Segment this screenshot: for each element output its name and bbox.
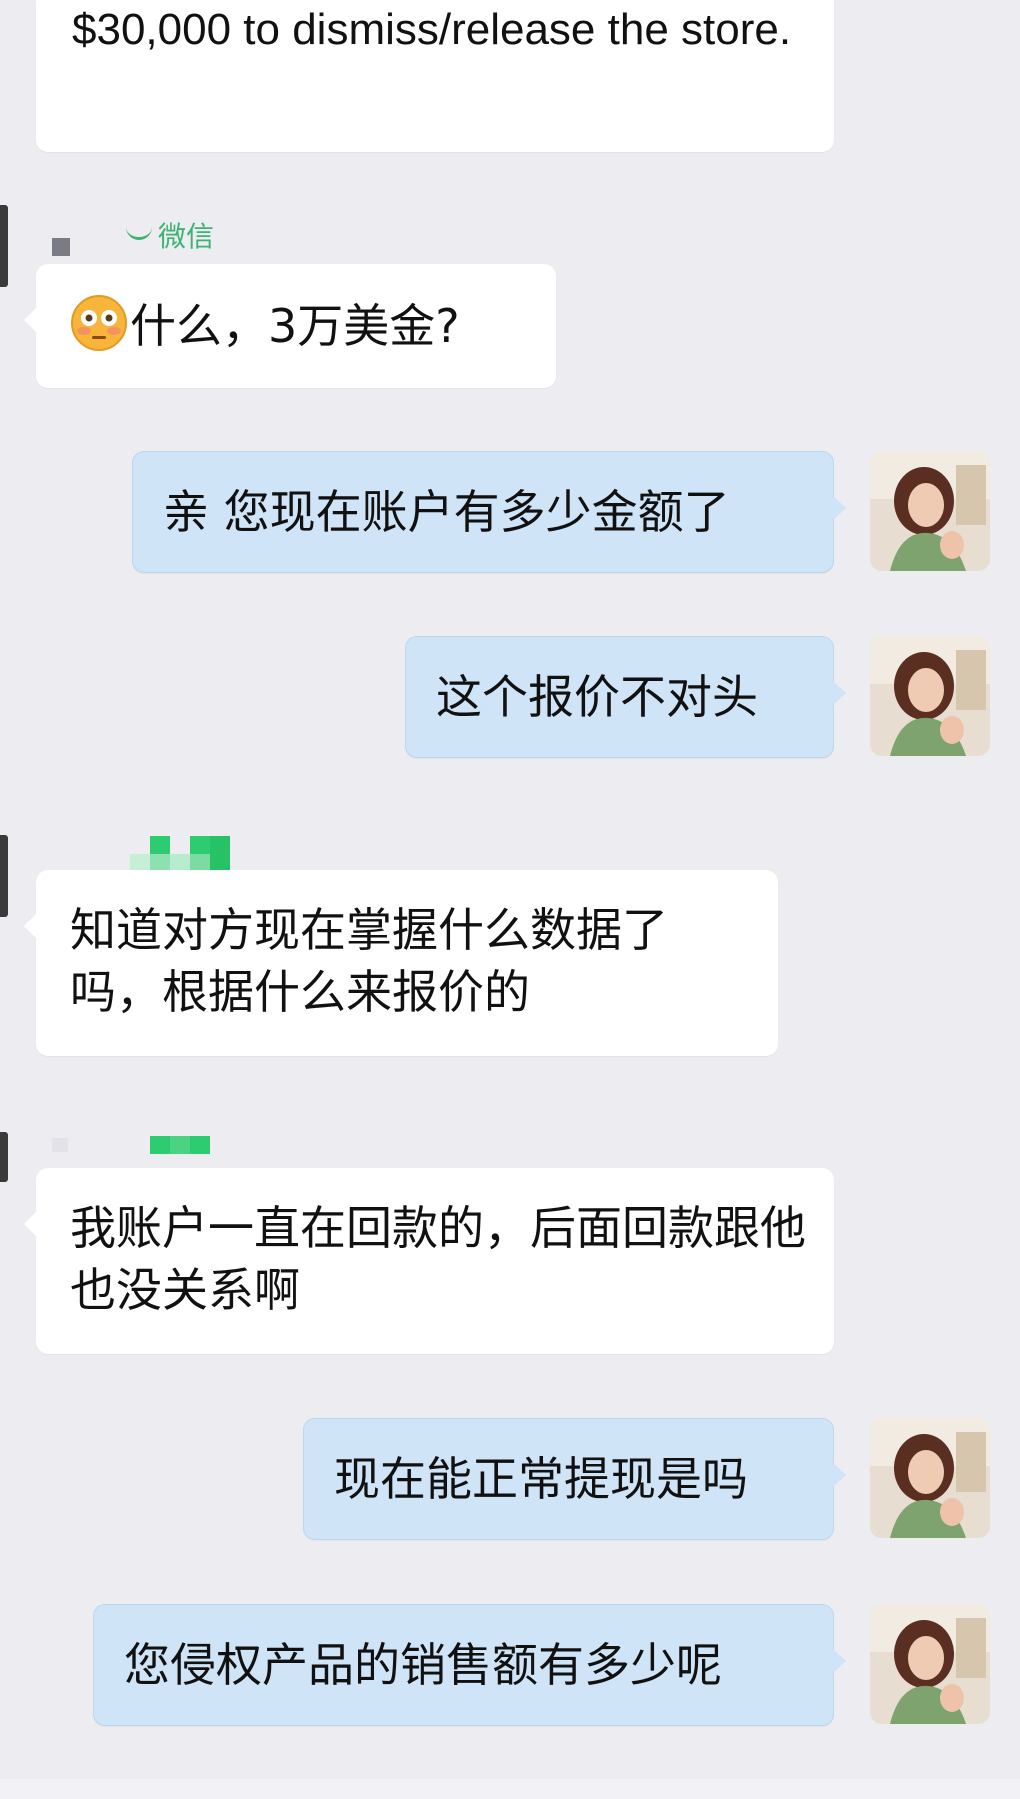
incoming-message-bubble[interactable]: 什么，3万美金? xyxy=(24,264,556,388)
message-text: 什么，3万美金? xyxy=(130,299,460,353)
user-photo-icon xyxy=(870,636,990,756)
outgoing-message-bubble[interactable]: 现在能正常提现是吗 xyxy=(303,1418,846,1540)
outgoing-message-bubble[interactable]: 这个报价不对头 xyxy=(405,636,846,758)
outgoing-message-bubble[interactable]: 您侵权产品的销售额有多少呢 xyxy=(93,1604,846,1726)
bottom-edge xyxy=(0,1779,1020,1799)
sender-name-mosaic xyxy=(52,238,70,256)
watermark-label: 微信 xyxy=(158,220,215,253)
incoming-message-bubble[interactable]: 我账户一直在回款的，后面回款跟他也没关系啊 xyxy=(24,1168,834,1354)
sender-avatar-edge xyxy=(0,205,8,287)
user-photo-icon xyxy=(870,451,990,571)
flushed-face-icon xyxy=(70,294,128,352)
wechat-logo-icon xyxy=(126,223,152,240)
sender-name-mosaic xyxy=(130,836,230,870)
wechat-watermark: 微信 xyxy=(126,222,214,252)
sender-name-mosaic xyxy=(150,1136,210,1154)
user-photo-icon xyxy=(870,1604,990,1724)
incoming-message-bubble[interactable]: $30,000 to dismiss/release the store. xyxy=(36,0,834,152)
message-text: 亲 您现在账户有多少金额了 xyxy=(163,485,730,539)
incoming-message-bubble[interactable]: 知道对方现在掌握什么数据了吗，根据什么来报价的 xyxy=(24,870,778,1056)
message-text: 这个报价不对头 xyxy=(436,670,758,724)
my-avatar[interactable] xyxy=(870,1604,990,1724)
sender-avatar-edge xyxy=(0,1132,8,1182)
my-avatar[interactable] xyxy=(870,451,990,571)
my-avatar[interactable] xyxy=(870,636,990,756)
chat-message-list[interactable]: $30,000 to dismiss/release the store. 微信… xyxy=(0,0,1020,1799)
sender-name-mosaic xyxy=(52,1138,68,1152)
sender-avatar-edge xyxy=(0,835,8,917)
message-text: 知道对方现在掌握什么数据了吗，根据什么来报价的 xyxy=(70,903,668,1019)
message-text: $30,000 to dismiss/release the store. xyxy=(72,5,792,54)
message-text: 我账户一直在回款的，后面回款跟他也没关系啊 xyxy=(70,1201,806,1317)
outgoing-message-bubble[interactable]: 亲 您现在账户有多少金额了 xyxy=(132,451,846,573)
my-avatar[interactable] xyxy=(870,1418,990,1538)
message-text: 您侵权产品的销售额有多少呢 xyxy=(124,1638,722,1692)
user-photo-icon xyxy=(870,1418,990,1538)
message-text: 现在能正常提现是吗 xyxy=(334,1452,748,1506)
